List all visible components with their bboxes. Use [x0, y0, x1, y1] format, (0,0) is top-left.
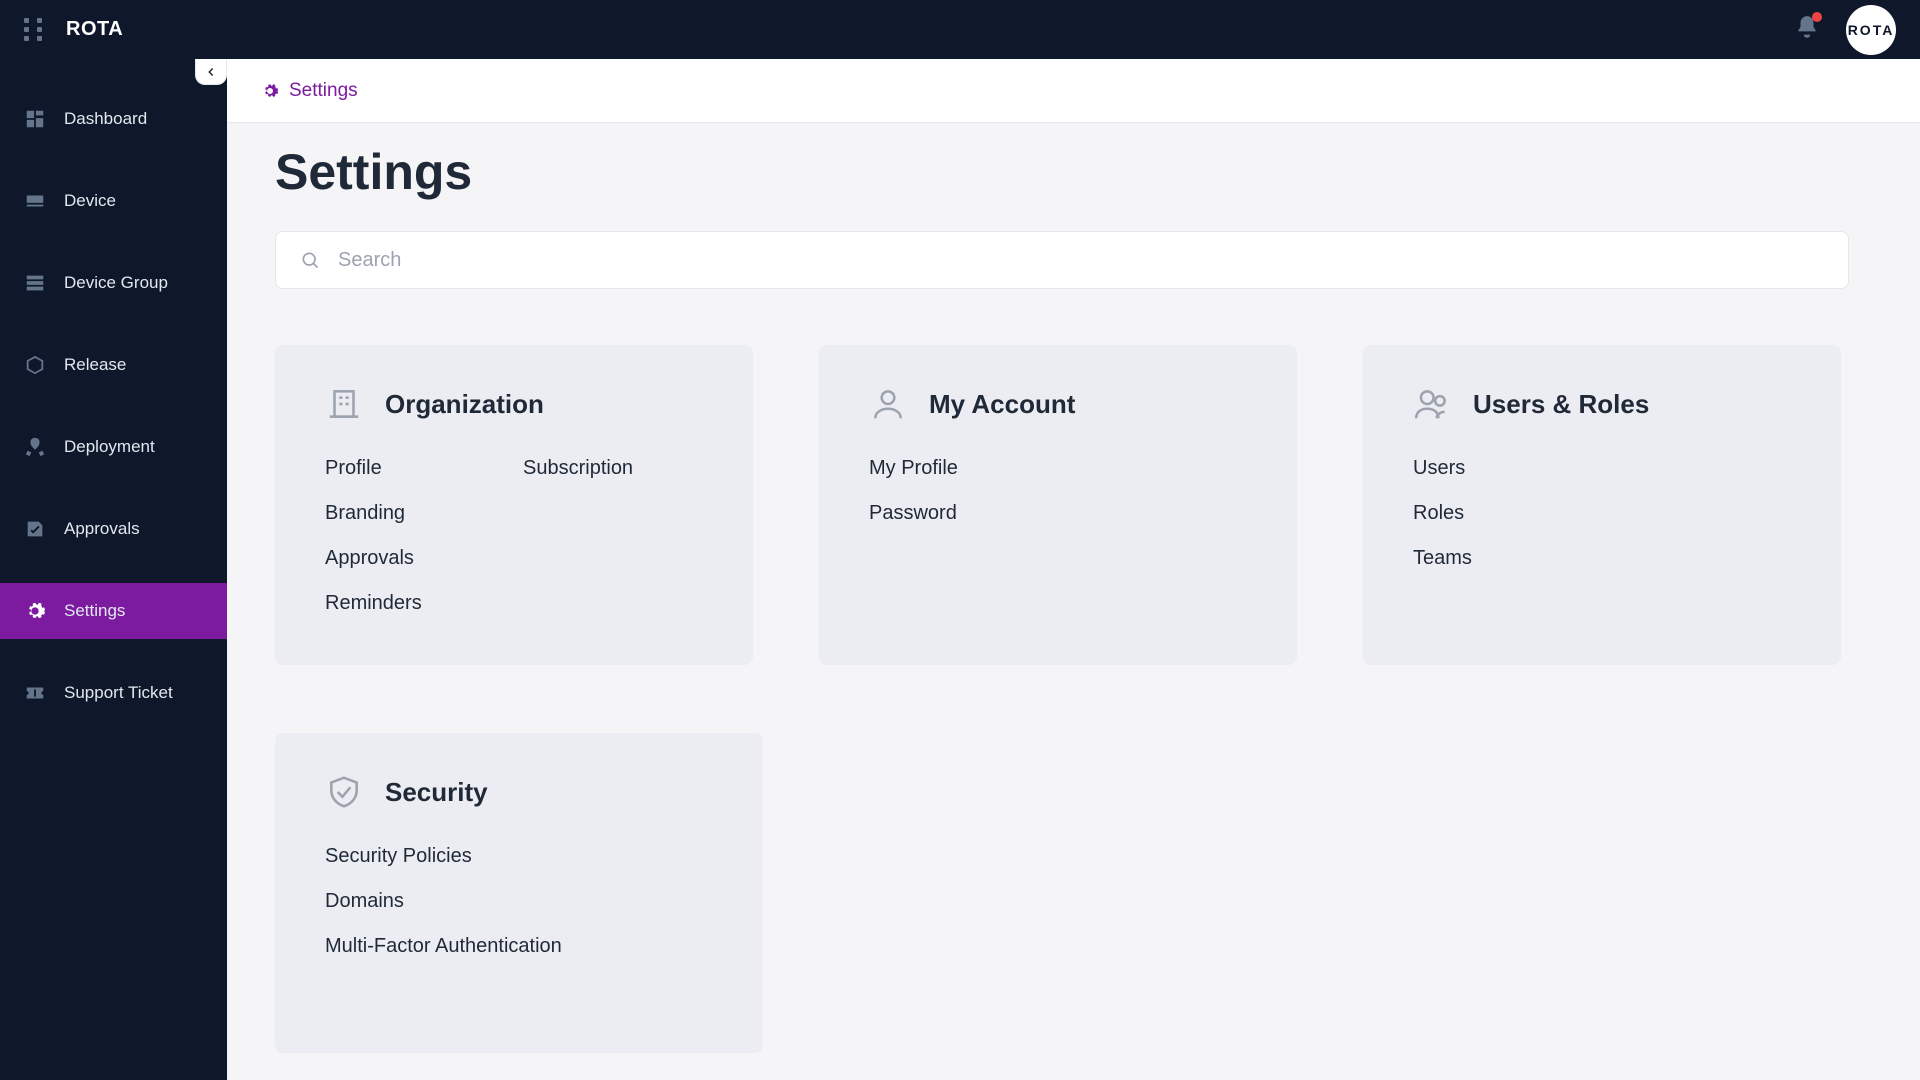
release-icon [24, 354, 46, 376]
breadcrumb-current: Settings [289, 80, 358, 102]
sidebar-item-settings[interactable]: Settings [0, 583, 227, 639]
card-my-account: My Account My Profile Password [819, 345, 1297, 665]
grip-icon[interactable] [24, 18, 46, 41]
avatar[interactable]: ROTA [1846, 5, 1896, 55]
link-password[interactable]: Password [869, 502, 1247, 525]
settings-card-grid: Organization Profile Subscription Brandi… [275, 345, 1849, 665]
sidebar-item-label: Device [64, 191, 116, 211]
main: Settings Organization Profile Subscripti… [227, 123, 1920, 1080]
notification-dot-icon [1812, 12, 1822, 22]
link-reminders[interactable]: Reminders [325, 592, 505, 615]
link-security-policies[interactable]: Security Policies [325, 845, 713, 868]
sidebar-collapse-button[interactable] [195, 59, 227, 85]
card-title: Security [385, 777, 488, 808]
link-teams[interactable]: Teams [1413, 547, 1791, 570]
deployment-icon [24, 436, 46, 458]
chevron-left-icon [204, 65, 218, 79]
building-icon [325, 385, 363, 423]
sidebar-item-support-ticket[interactable]: Support Ticket [0, 665, 227, 721]
link-subscription[interactable]: Subscription [523, 457, 703, 480]
dashboard-icon [24, 108, 46, 130]
brand-label: ROTA [66, 18, 123, 41]
sidebar-item-label: Device Group [64, 273, 168, 293]
settings-card-grid-row2: Security Security Policies Domains Multi… [275, 733, 1872, 1053]
card-title: My Account [929, 389, 1075, 420]
notifications-button[interactable] [1794, 14, 1820, 45]
link-approvals[interactable]: Approvals [325, 547, 505, 570]
sidebar-item-label: Settings [64, 601, 125, 621]
sidebar-item-device-group[interactable]: Device Group [0, 255, 227, 311]
search-input[interactable] [338, 249, 1824, 272]
gear-icon [24, 600, 46, 622]
card-organization: Organization Profile Subscription Brandi… [275, 345, 753, 665]
sidebar-item-label: Dashboard [64, 109, 147, 129]
gear-icon [261, 82, 279, 100]
sidebar-item-dashboard[interactable]: Dashboard [0, 91, 227, 147]
link-users[interactable]: Users [1413, 457, 1791, 480]
sidebar-item-release[interactable]: Release [0, 337, 227, 393]
topbar: ROTA ROTA [0, 0, 1920, 59]
card-security: Security Security Policies Domains Multi… [275, 733, 763, 1053]
approvals-icon [24, 518, 46, 540]
sidebar-item-device[interactable]: Device [0, 173, 227, 229]
ticket-icon [24, 682, 46, 704]
card-title: Organization [385, 389, 544, 420]
search-icon [300, 250, 320, 270]
sidebar-item-label: Release [64, 355, 126, 375]
link-roles[interactable]: Roles [1413, 502, 1791, 525]
link-branding[interactable]: Branding [325, 502, 505, 525]
link-mfa[interactable]: Multi-Factor Authentication [325, 935, 713, 958]
link-my-profile[interactable]: My Profile [869, 457, 1247, 480]
users-icon [1413, 385, 1451, 423]
device-icon [24, 190, 46, 212]
breadcrumb: Settings [227, 59, 1920, 123]
page-title: Settings [275, 143, 1872, 201]
link-profile[interactable]: Profile [325, 457, 505, 480]
sidebar-item-approvals[interactable]: Approvals [0, 501, 227, 557]
device-group-icon [24, 272, 46, 294]
sidebar-item-label: Approvals [64, 519, 140, 539]
card-users-roles: Users & Roles Users Roles Teams [1363, 345, 1841, 665]
shield-icon [325, 773, 363, 811]
user-icon [869, 385, 907, 423]
card-title: Users & Roles [1473, 389, 1649, 420]
sidebar-item-deployment[interactable]: Deployment [0, 419, 227, 475]
link-domains[interactable]: Domains [325, 890, 713, 913]
sidebar-item-label: Support Ticket [64, 683, 173, 703]
search-field[interactable] [275, 231, 1849, 289]
sidebar: Dashboard Device Device Group Release De… [0, 59, 227, 1080]
sidebar-item-label: Deployment [64, 437, 155, 457]
